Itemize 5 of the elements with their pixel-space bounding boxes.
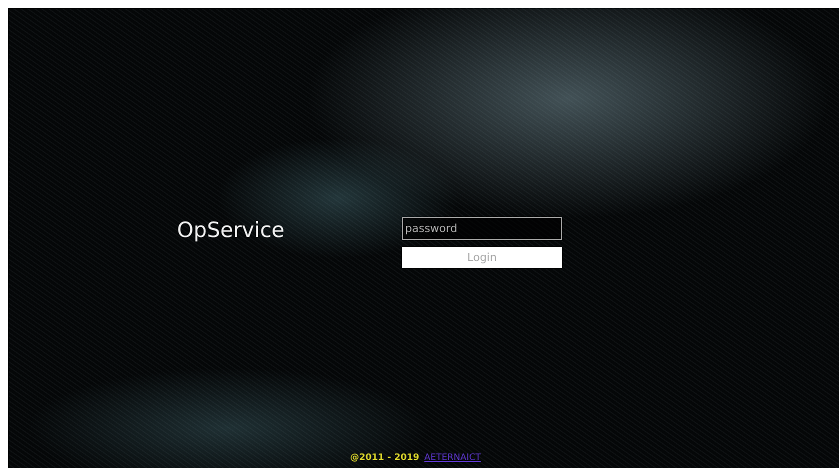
footer-link[interactable]: AETERNAICT bbox=[424, 453, 481, 463]
copyright-text: @2011 - 2019 bbox=[350, 453, 420, 463]
password-field[interactable]: password bbox=[402, 217, 562, 240]
login-button[interactable]: Login bbox=[402, 247, 562, 268]
app-title: OpService bbox=[177, 217, 286, 243]
